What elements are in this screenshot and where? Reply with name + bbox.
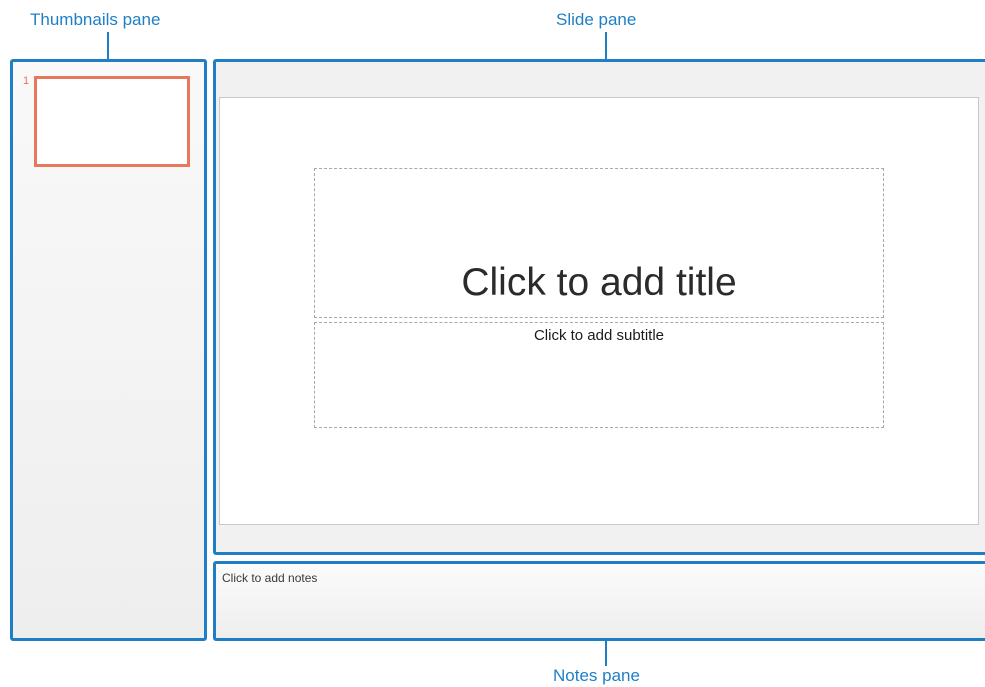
- notes-pane-leader: [605, 640, 607, 666]
- notes-pane-label: Notes pane: [553, 666, 640, 685]
- notes-placeholder-text: Click to add notes: [222, 571, 318, 585]
- slide-pane-label: Slide pane: [556, 10, 637, 29]
- title-placeholder[interactable]: Click to add title: [314, 168, 884, 318]
- slide-canvas[interactable]: Click to add title Click to add subtitle: [219, 97, 979, 525]
- thumbnails-pane-leader: [107, 32, 109, 60]
- slide-thumbnail-number: 1: [23, 75, 30, 87]
- subtitle-placeholder[interactable]: Click to add subtitle: [314, 322, 884, 428]
- slide-pane[interactable]: Click to add title Click to add subtitle: [213, 59, 985, 555]
- subtitle-placeholder-text: Click to add subtitle: [533, 327, 665, 344]
- title-placeholder-text: Click to add title: [461, 261, 737, 304]
- slide-thumbnail[interactable]: [34, 76, 190, 167]
- thumbnails-pane[interactable]: 1: [10, 59, 207, 641]
- notes-pane[interactable]: Click to add notes: [213, 561, 985, 641]
- thumbnails-pane-label: Thumbnails pane: [30, 10, 161, 29]
- slide-pane-leader: [605, 32, 607, 60]
